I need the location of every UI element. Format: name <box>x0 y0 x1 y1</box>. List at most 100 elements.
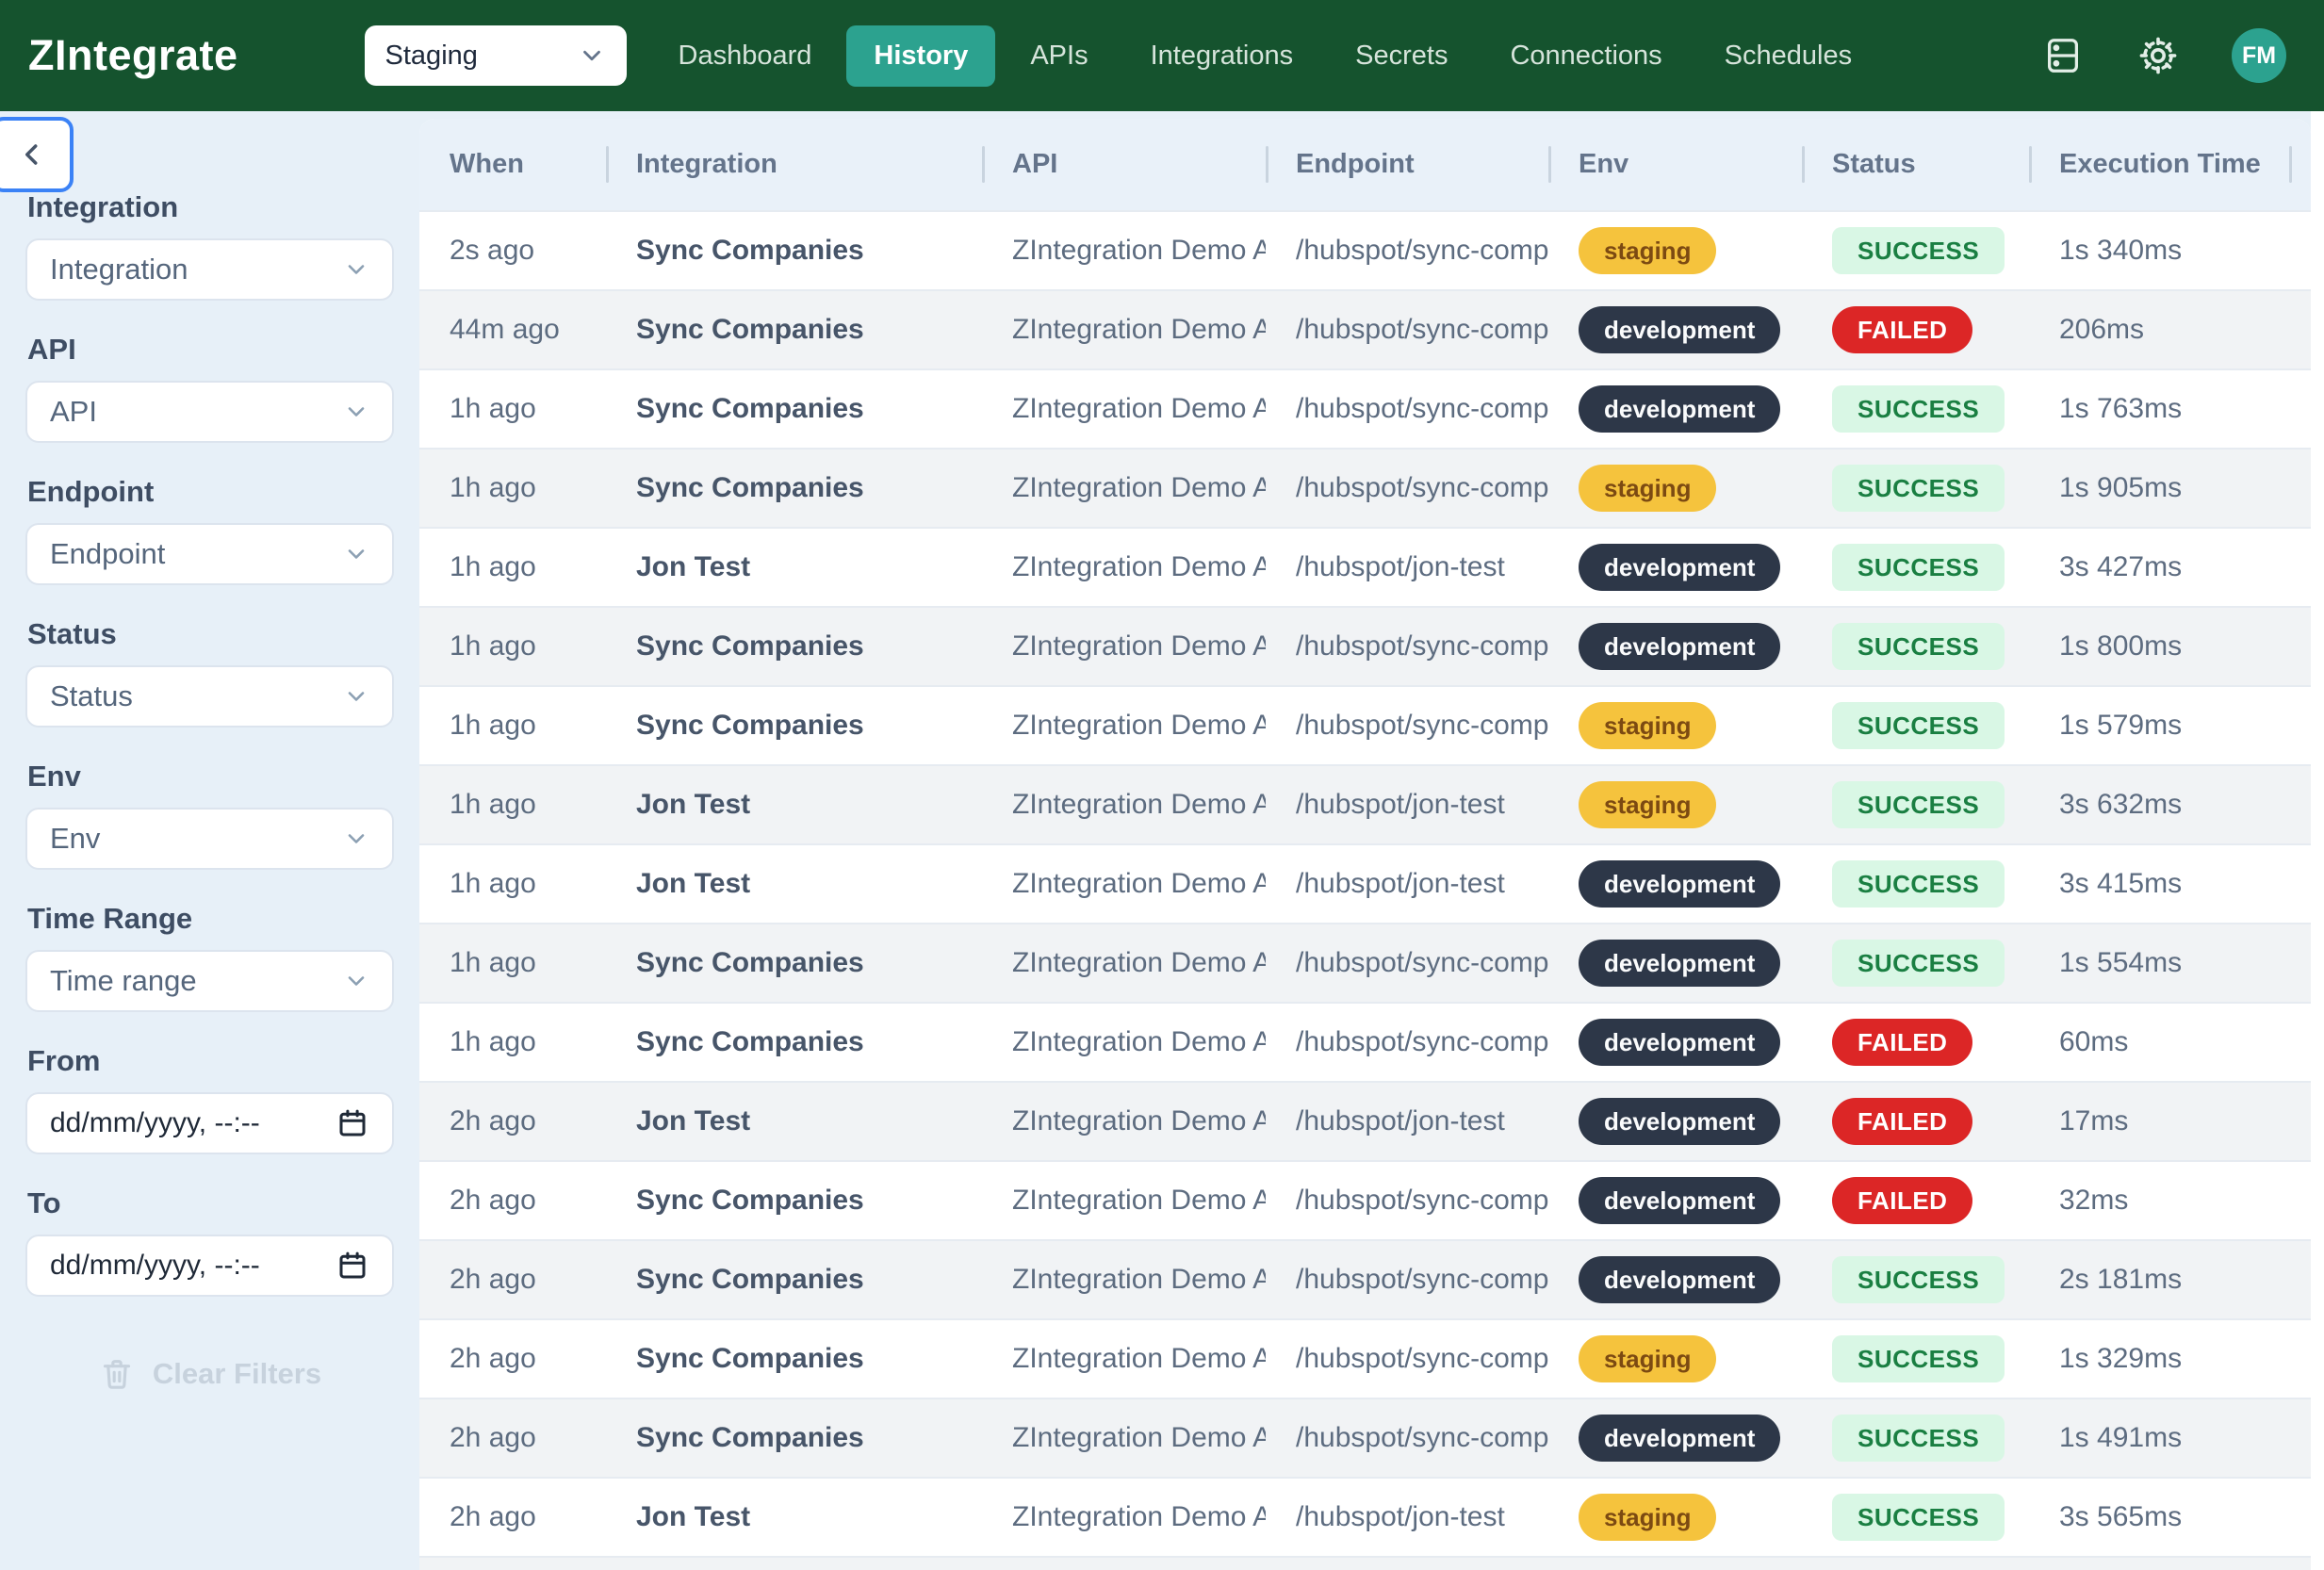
filters-list: IntegrationIntegrationAPIAPIEndpointEndp… <box>25 190 394 1297</box>
cell-env: development <box>1548 1177 1802 1224</box>
table-row[interactable]: 1h agoSync CompaniesZIntegration Demo A/… <box>419 368 2311 448</box>
cell-endpoint: /hubspot/sync-comp <box>1266 710 1548 742</box>
brand-logo[interactable]: ZIntegrate <box>28 31 238 80</box>
app-root: ZIntegrate Staging DashboardHistoryAPIsI… <box>0 0 2324 1570</box>
table-row[interactable]: 2h agoSync CompaniesZIntegration Demo A/… <box>419 1318 2311 1398</box>
nav-item-secrets[interactable]: Secrets <box>1328 25 1475 87</box>
cell-status: SUCCESS <box>1802 1256 2029 1303</box>
cell-api: ZIntegration Demo A <box>982 1501 1266 1533</box>
column-header-env[interactable]: Env <box>1548 119 1802 210</box>
filter-select-endpoint[interactable]: Endpoint <box>25 523 394 585</box>
filter-value-from: dd/mm/yyyy, --:-- <box>50 1107 260 1139</box>
cell-endpoint: /hubspot/sync-comp <box>1266 1422 1548 1454</box>
env-badge: staging <box>1579 227 1716 274</box>
cell-integration: Sync Companies <box>606 1422 982 1454</box>
env-badge: development <box>1579 306 1780 353</box>
cell-integration: Jon Test <box>606 1501 982 1533</box>
table-row[interactable]: 1h agoSync CompaniesZIntegration Demo A/… <box>419 685 2311 764</box>
cell-env: development <box>1548 385 1802 433</box>
status-badge: SUCCESS <box>1832 781 2005 828</box>
column-header-label: Endpoint <box>1296 149 1415 180</box>
column-divider <box>606 146 609 183</box>
cell-integration: Sync Companies <box>606 1185 982 1217</box>
table-row[interactable]: 1h agoSync CompaniesZIntegration Demo A/… <box>419 448 2311 527</box>
filter-group-integration: IntegrationIntegration <box>25 190 394 301</box>
settings-gear-icon[interactable] <box>2136 33 2181 78</box>
table-row[interactable]: 1h agoSync CompaniesZIntegration Demo A/… <box>419 1002 2311 1081</box>
cell-when: 1h ago <box>419 710 606 742</box>
cell-status: SUCCESS <box>1802 781 2029 828</box>
status-badge: FAILED <box>1832 1019 1972 1066</box>
cell-api: ZIntegration Demo A <box>982 314 1266 346</box>
column-header-endpoint[interactable]: Endpoint <box>1266 119 1548 210</box>
nav-item-apis[interactable]: APIs <box>1003 25 1115 87</box>
cell-execution-time: 1s 905ms <box>2029 472 2289 504</box>
table-row[interactable]: 2h agoSync CompaniesZIntegration Demo A/… <box>419 1160 2311 1239</box>
cell-execution-time: 1s 800ms <box>2029 630 2289 662</box>
environment-selector[interactable]: Staging <box>365 25 627 86</box>
date-input-to[interactable]: dd/mm/yyyy, --:-- <box>25 1235 394 1297</box>
env-badge: staging <box>1579 1494 1716 1541</box>
cell-execution-time: 3s 427ms <box>2029 551 2289 583</box>
nav-item-connections[interactable]: Connections <box>1482 25 1689 87</box>
column-header-execution-time[interactable]: Execution Time <box>2029 119 2289 210</box>
content-area: IntegrationIntegrationAPIAPIEndpointEndp… <box>0 111 2324 1570</box>
cell-integration: Sync Companies <box>606 1026 982 1058</box>
filter-select-status[interactable]: Status <box>25 665 394 728</box>
date-input-from[interactable]: dd/mm/yyyy, --:-- <box>25 1092 394 1154</box>
cell-execution-time: 1s 554ms <box>2029 947 2289 979</box>
cell-api: ZIntegration Demo A <box>982 1026 1266 1058</box>
filter-value-endpoint: Endpoint <box>50 537 165 571</box>
column-divider <box>1802 146 1805 183</box>
filter-label-api: API <box>27 333 394 367</box>
table-row[interactable]: 2h agoJon TestZIntegration Demo A/hubspo… <box>419 1081 2311 1160</box>
filter-group-from: Fromdd/mm/yyyy, --:-- <box>25 1044 394 1154</box>
database-icon[interactable] <box>2041 34 2085 77</box>
table-row[interactable]: 2h agoSync CompaniesZIntegration Demo A/… <box>419 1239 2311 1318</box>
cell-endpoint: /hubspot/sync-comp <box>1266 1343 1548 1375</box>
env-badge: staging <box>1579 1335 1716 1382</box>
column-header-integration[interactable]: Integration <box>606 119 982 210</box>
primary-nav: DashboardHistoryAPIsIntegrationsSecretsC… <box>651 25 1880 87</box>
column-header-api[interactable]: API <box>982 119 1266 210</box>
scrollbar-track[interactable] <box>2311 111 2324 1570</box>
cell-when: 1h ago <box>419 393 606 425</box>
chevron-down-icon <box>343 826 369 852</box>
status-badge: FAILED <box>1832 1177 1972 1224</box>
table-row[interactable]: 44m agoSync CompaniesZIntegration Demo A… <box>419 289 2311 368</box>
cell-env: staging <box>1548 1335 1802 1382</box>
nav-item-history[interactable]: History <box>846 25 995 87</box>
filter-label-env: Env <box>27 760 394 793</box>
filter-select-api[interactable]: API <box>25 381 394 443</box>
table-row[interactable]: 1h agoSync CompaniesZIntegration Demo A/… <box>419 606 2311 685</box>
table-row[interactable]: 1h agoJon TestZIntegration Demo A/hubspo… <box>419 843 2311 923</box>
cell-env: development <box>1548 1098 1802 1145</box>
column-divider <box>1548 146 1551 183</box>
cell-env: development <box>1548 1256 1802 1303</box>
cell-endpoint: /hubspot/sync-comp <box>1266 1264 1548 1296</box>
cell-api: ZIntegration Demo A <box>982 472 1266 504</box>
table-row[interactable]: 1h agoJon TestZIntegration Demo A/hubspo… <box>419 527 2311 606</box>
cell-integration: Sync Companies <box>606 1264 982 1296</box>
filter-select-env[interactable]: Env <box>25 808 394 870</box>
table-row[interactable]: 1h agoJon TestZIntegration Demo A/hubspo… <box>419 764 2311 843</box>
sidebar-collapse-button[interactable] <box>0 117 74 192</box>
cell-status: SUCCESS <box>1802 860 2029 908</box>
filter-value-time-range: Time range <box>50 964 197 998</box>
table-row[interactable]: 2h agoJon TestZIntegration Demo A/hubspo… <box>419 1477 2311 1556</box>
column-divider <box>2289 146 2292 183</box>
table-row[interactable]: 2h agoSync CompaniesZIntegration Demo A/… <box>419 1398 2311 1477</box>
nav-item-integrations[interactable]: Integrations <box>1123 25 1321 87</box>
column-header-status[interactable]: Status <box>1802 119 2029 210</box>
env-badge: development <box>1579 1415 1780 1462</box>
column-header-when[interactable]: When <box>419 119 606 210</box>
filter-select-time-range[interactable]: Time range <box>25 950 394 1012</box>
nav-item-schedules[interactable]: Schedules <box>1697 25 1879 87</box>
nav-item-dashboard[interactable]: Dashboard <box>651 25 840 87</box>
filter-value-api: API <box>50 395 97 429</box>
table-row[interactable]: 2s agoSync CompaniesZIntegration Demo A/… <box>419 210 2311 289</box>
filter-select-integration[interactable]: Integration <box>25 238 394 301</box>
clear-filters-button[interactable]: Clear Filters <box>25 1355 394 1393</box>
table-row[interactable]: 1h agoSync CompaniesZIntegration Demo A/… <box>419 923 2311 1002</box>
user-avatar[interactable]: FM <box>2232 28 2286 83</box>
